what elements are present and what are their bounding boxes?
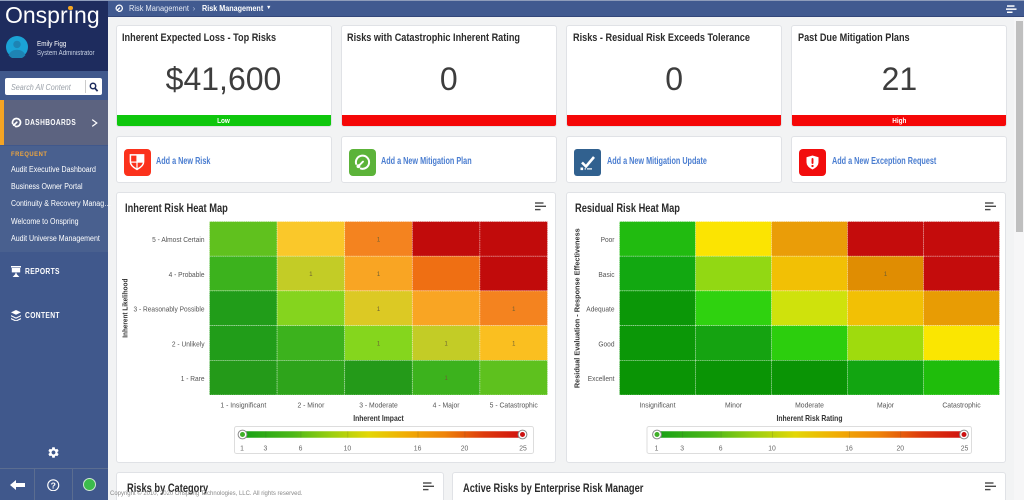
svg-text:Major: Major — [876, 401, 894, 409]
svg-text:16: 16 — [845, 444, 853, 452]
svg-text:1 - Insignificant: 1 - Insignificant — [220, 401, 266, 409]
svg-text:1 - Rare: 1 - Rare — [180, 376, 204, 383]
svg-text:1: 1 — [444, 340, 448, 347]
svg-text:10: 10 — [343, 444, 351, 452]
svg-text:25: 25 — [960, 444, 968, 452]
svg-text:5 - Almost Certain: 5 - Almost Certain — [152, 237, 204, 244]
svg-text:1: 1 — [512, 340, 516, 347]
svg-text:Moderate: Moderate — [795, 401, 824, 409]
svg-text:5 - Catastrophic: 5 - Catastrophic — [489, 401, 537, 409]
svg-text:Catastrophic: Catastrophic — [942, 401, 981, 409]
svg-text:25: 25 — [519, 444, 527, 452]
svg-text:16: 16 — [413, 444, 421, 452]
svg-text:Basic: Basic — [598, 272, 615, 279]
svg-text:3: 3 — [263, 444, 267, 452]
svg-text:1: 1 — [376, 236, 380, 243]
svg-text:20: 20 — [896, 444, 904, 452]
svg-text:1: 1 — [240, 444, 244, 452]
svg-text:2 - Unlikely: 2 - Unlikely — [171, 341, 204, 348]
svg-text:Poor: Poor — [600, 237, 615, 244]
svg-text:1: 1 — [512, 306, 516, 313]
svg-text:Inherent Likelihood: Inherent Likelihood — [122, 279, 129, 338]
svg-text:6: 6 — [718, 444, 722, 452]
svg-text:2 - Minor: 2 - Minor — [297, 401, 324, 409]
svg-text:1: 1 — [376, 271, 380, 278]
svg-text:20: 20 — [460, 444, 468, 452]
svg-text:1: 1 — [376, 306, 380, 313]
svg-text:Good: Good — [598, 341, 614, 348]
svg-text:Inherent Risk Rating: Inherent Risk Rating — [776, 413, 842, 423]
svg-text:3: 3 — [680, 444, 684, 452]
svg-text:4 - Major: 4 - Major — [432, 401, 459, 409]
svg-text:3 - Reasonably Possible: 3 - Reasonably Possible — [133, 306, 204, 313]
svg-text:Insignificant: Insignificant — [639, 401, 675, 409]
svg-text:Adequate: Adequate — [586, 306, 614, 313]
svg-text:3 - Moderate: 3 - Moderate — [359, 401, 398, 409]
svg-text:6: 6 — [298, 444, 302, 452]
svg-text:Inherent Impact: Inherent Impact — [353, 413, 404, 423]
svg-text:1: 1 — [309, 271, 313, 278]
svg-text:1: 1 — [444, 375, 448, 382]
svg-text:4 - Probable: 4 - Probable — [168, 272, 204, 279]
svg-text:10: 10 — [768, 444, 776, 452]
svg-text:1: 1 — [883, 271, 887, 278]
svg-text:1: 1 — [654, 444, 658, 452]
svg-text:Residual Evaluation - Response: Residual Evaluation - Response Effective… — [572, 228, 581, 388]
svg-text:1: 1 — [376, 340, 380, 347]
svg-text:Minor: Minor — [724, 401, 742, 409]
svg-text:Excellent: Excellent — [587, 376, 614, 383]
svg-text:?: ? — [51, 480, 56, 490]
